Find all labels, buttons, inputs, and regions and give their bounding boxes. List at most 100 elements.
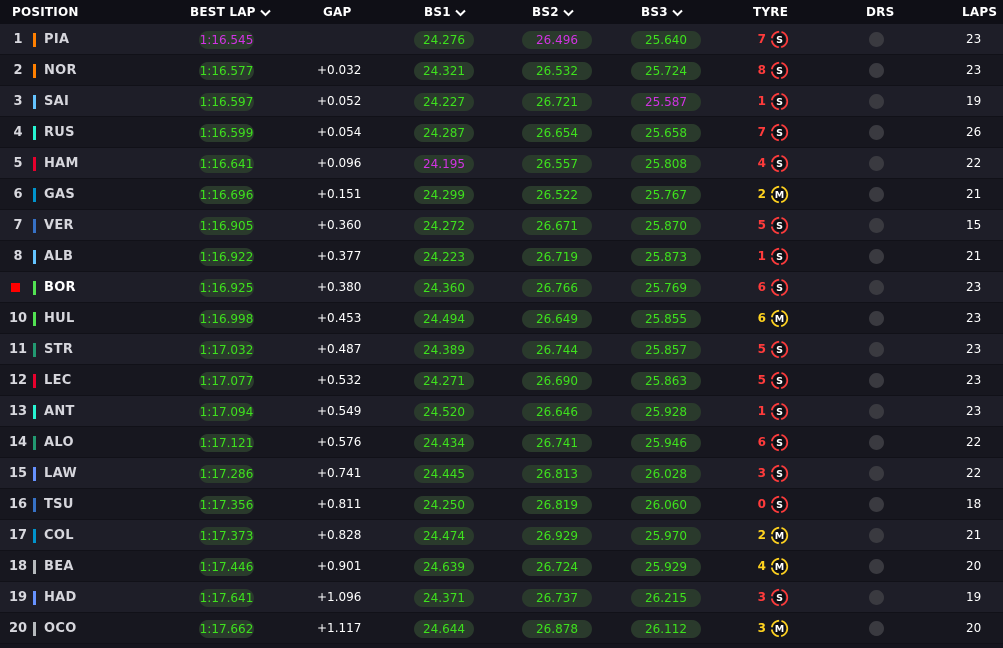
team-color-bar xyxy=(33,560,36,574)
table-row[interactable]: 5 HAM 1:16.641 +0.096 24.195 26.557 25.808 4 S 22 xyxy=(0,148,1003,179)
team-color-bar xyxy=(33,529,36,543)
table-row[interactable]: 4 RUS 1:16.599 +0.054 24.287 26.654 25.658 7 S 26 xyxy=(0,117,1003,148)
table-row[interactable]: 15 LAW 1:17.286 +0.741 24.445 26.813 26.028 3 S 2… xyxy=(0,458,1003,489)
bs2-time: 26.878 xyxy=(522,620,592,638)
team-color-bar xyxy=(33,126,36,140)
bs1-time: 24.287 xyxy=(414,124,474,142)
red-flag-icon xyxy=(11,283,20,292)
table-row[interactable]: 2 NOR 1:16.577 +0.032 24.321 26.532 25.724 8 S 23 xyxy=(0,55,1003,86)
best-lap-time: 1:16.905 xyxy=(199,217,254,235)
bs3-time: 25.970 xyxy=(631,527,701,545)
drs-indicator-icon xyxy=(869,249,884,264)
gap-value: +0.487 xyxy=(317,342,362,356)
header-bs1[interactable]: BS1 xyxy=(424,0,466,24)
bs1-time: 24.250 xyxy=(414,496,474,514)
drs-indicator-icon xyxy=(869,94,884,109)
bs2-time: 26.813 xyxy=(522,465,592,483)
bs3-time: 25.873 xyxy=(631,248,701,266)
best-lap-time: 1:17.077 xyxy=(199,372,254,390)
gap-value: +0.828 xyxy=(317,528,362,542)
laps-count: 22 xyxy=(966,156,982,170)
svg-text:S: S xyxy=(776,593,783,604)
tyre-age: 1 xyxy=(757,249,766,263)
soft-tyre-icon: S xyxy=(770,464,789,483)
header-bs2[interactable]: BS2 xyxy=(532,0,574,24)
drs-indicator-icon xyxy=(869,342,884,357)
header-position: POSITION xyxy=(12,5,79,19)
bs1-time: 24.321 xyxy=(414,62,474,80)
tyre-age: 2 xyxy=(757,528,766,542)
medium-tyre-icon: M xyxy=(770,526,789,545)
header-bs3[interactable]: BS3 xyxy=(641,0,683,24)
svg-text:M: M xyxy=(775,314,784,325)
drs-indicator-icon xyxy=(869,187,884,202)
bs2-time: 26.522 xyxy=(522,186,592,204)
svg-text:S: S xyxy=(776,407,783,418)
table-row[interactable]: 19 HAD 1:17.641 +1.096 24.371 26.737 26.215 3 S 1… xyxy=(0,582,1003,613)
drs-indicator-icon xyxy=(869,63,884,78)
bs1-time: 24.494 xyxy=(414,310,474,328)
best-lap-time: 1:17.373 xyxy=(199,527,254,545)
driver-code: ANT xyxy=(44,404,75,419)
medium-tyre-icon: M xyxy=(770,619,789,638)
driver-code: LAW xyxy=(44,466,78,481)
best-lap-time: 1:16.599 xyxy=(199,124,254,142)
team-color-bar xyxy=(33,591,36,605)
best-lap-time: 1:17.032 xyxy=(199,341,254,359)
table-row[interactable]: 8 ALB 1:16.922 +0.377 24.223 26.719 25.873 1 S 21 xyxy=(0,241,1003,272)
position-number: 19 xyxy=(8,590,28,605)
driver-code: GAS xyxy=(44,187,75,202)
tyre-age: 3 xyxy=(757,590,766,604)
best-lap-time: 1:17.356 xyxy=(199,496,254,514)
gap-value: +0.901 xyxy=(317,559,362,573)
soft-tyre-icon: S xyxy=(770,340,789,359)
bs3-time: 25.724 xyxy=(631,62,701,80)
header-drs: DRS xyxy=(866,5,895,19)
bs3-time: 25.767 xyxy=(631,186,701,204)
table-row[interactable]: 13 ANT 1:17.094 +0.549 24.520 26.646 25.928 1 S 2… xyxy=(0,396,1003,427)
tyre-age: 5 xyxy=(757,342,766,356)
driver-code: HAD xyxy=(44,590,77,605)
tyre-age: 4 xyxy=(757,559,766,573)
table-row[interactable]: 14 ALO 1:17.121 +0.576 24.434 26.741 25.946 6 S 2… xyxy=(0,427,1003,458)
table-row[interactable]: 12 LEC 1:17.077 +0.532 24.271 26.690 25.863 5 S 2… xyxy=(0,365,1003,396)
tyre-age: 6 xyxy=(757,311,766,325)
table-row[interactable]: 1 PIA 1:16.545 24.276 26.496 25.640 7 S 23 xyxy=(0,24,1003,55)
table-row[interactable]: 10 HUL 1:16.998 +0.453 24.494 26.649 25.855 6 M 2… xyxy=(0,303,1003,334)
bs3-time: 25.808 xyxy=(631,155,701,173)
header-gap: GAP xyxy=(323,5,352,19)
table-row[interactable]: 6 GAS 1:16.696 +0.151 24.299 26.522 25.767 2 M 21 xyxy=(0,179,1003,210)
bs2-time: 26.719 xyxy=(522,248,592,266)
table-row[interactable]: 18 BEA 1:17.446 +0.901 24.639 26.724 25.929 4 M 2… xyxy=(0,551,1003,582)
laps-count: 22 xyxy=(966,466,982,480)
medium-tyre-icon: M xyxy=(770,309,789,328)
table-row[interactable]: BOR 1:16.925 +0.380 24.360 26.766 25.769 6 S 23 xyxy=(0,272,1003,303)
driver-code: TSU xyxy=(44,497,74,512)
table-row[interactable]: 7 VER 1:16.905 +0.360 24.272 26.671 25.870 5 S 15 xyxy=(0,210,1003,241)
driver-code: ALO xyxy=(44,435,74,450)
table-row[interactable]: 11 STR 1:17.032 +0.487 24.389 26.744 25.857 5 S 2… xyxy=(0,334,1003,365)
bs2-time: 26.929 xyxy=(522,527,592,545)
drs-indicator-icon xyxy=(869,528,884,543)
header-best-lap[interactable]: BEST LAP xyxy=(190,0,271,24)
position-number: 1 xyxy=(13,32,23,47)
gap-value: +0.453 xyxy=(317,311,362,325)
table-row[interactable]: 16 TSU 1:17.356 +0.811 24.250 26.819 26.060 0 S 1… xyxy=(0,489,1003,520)
team-color-bar xyxy=(33,157,36,171)
position-number: 16 xyxy=(8,497,28,512)
bs2-time: 26.496 xyxy=(522,31,592,49)
tyre-age: 5 xyxy=(757,373,766,387)
laps-count: 19 xyxy=(966,590,982,604)
driver-code: SAI xyxy=(44,94,70,109)
table-row[interactable]: 3 SAI 1:16.597 +0.052 24.227 26.721 25.587 1 S 19 xyxy=(0,86,1003,117)
table-row[interactable]: 17 COL 1:17.373 +0.828 24.474 26.929 25.970 2 M 2… xyxy=(0,520,1003,551)
laps-count: 26 xyxy=(966,125,982,139)
bs2-time: 26.532 xyxy=(522,62,592,80)
driver-rows: 1 PIA 1:16.545 24.276 26.496 25.640 7 S 23 2 NOR 1:… xyxy=(0,24,1003,644)
table-row[interactable]: 20 OCO 1:17.662 +1.117 24.644 26.878 26.112 3 M 2… xyxy=(0,613,1003,644)
soft-tyre-icon: S xyxy=(770,495,789,514)
team-color-bar xyxy=(33,467,36,481)
drs-indicator-icon xyxy=(869,311,884,326)
best-lap-time: 1:16.922 xyxy=(199,248,254,266)
gap-value: +0.052 xyxy=(317,94,362,108)
